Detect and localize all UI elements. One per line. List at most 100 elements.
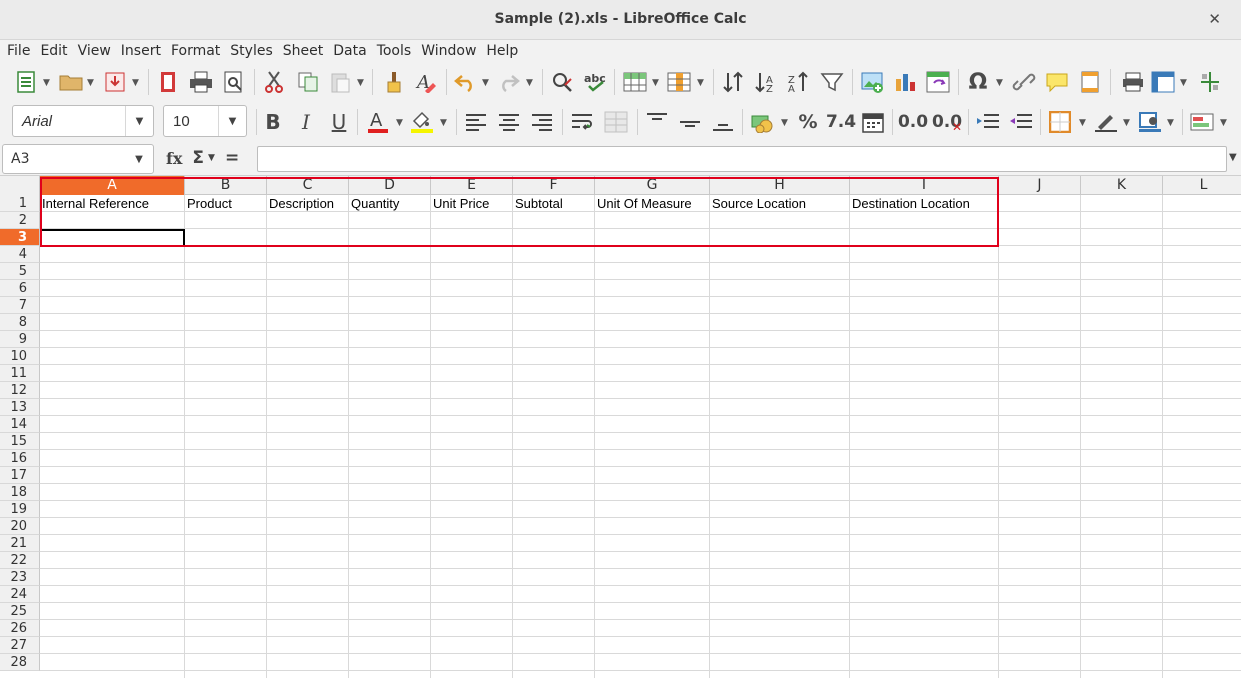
find-replace-icon[interactable]	[550, 70, 576, 94]
cell-a1[interactable]: Internal Reference	[40, 195, 149, 212]
column-header-b[interactable]: B	[185, 176, 267, 195]
column-header-i[interactable]: I	[850, 176, 999, 195]
chevron-down-icon[interactable]: ▼	[697, 78, 704, 88]
chevron-down-icon[interactable]: ▼	[87, 78, 94, 88]
comment-icon[interactable]	[1044, 70, 1070, 94]
row-header-16[interactable]: 16	[0, 450, 40, 467]
row-header-7[interactable]: 7	[0, 297, 40, 314]
chevron-down-icon[interactable]: ▼	[781, 118, 788, 128]
cell-reference[interactable]: A3	[11, 151, 29, 167]
function-wizard-icon[interactable]: fx	[166, 149, 182, 168]
highlight-color-icon[interactable]	[410, 108, 434, 136]
align-right-icon[interactable]	[530, 110, 554, 134]
column-header-j[interactable]: J	[999, 176, 1081, 195]
cell-d1[interactable]: Quantity	[349, 195, 399, 212]
row-header-23[interactable]: 23	[0, 569, 40, 586]
menu-data[interactable]: Data	[328, 40, 371, 62]
print-icon[interactable]	[188, 70, 214, 94]
chevron-down-icon[interactable]: ▼	[396, 118, 403, 128]
chevron-down-icon[interactable]: ▼	[357, 78, 364, 88]
align-bottom-icon[interactable]	[711, 110, 735, 134]
export-pdf-icon[interactable]	[156, 70, 180, 94]
row-header-13[interactable]: 13	[0, 399, 40, 416]
font-name-value[interactable]: Arial	[13, 113, 125, 130]
increase-indent-icon[interactable]	[975, 110, 1001, 134]
row-header-12[interactable]: 12	[0, 382, 40, 399]
menu-view[interactable]: View	[73, 40, 116, 62]
row-header-8[interactable]: 8	[0, 314, 40, 331]
row-header-27[interactable]: 27	[0, 637, 40, 654]
menu-edit[interactable]: Edit	[35, 40, 72, 62]
cell-area[interactable]: Internal Reference Product Description Q…	[40, 195, 1241, 678]
chevron-down-icon[interactable]: ▼	[132, 78, 139, 88]
menu-styles[interactable]: Styles	[225, 40, 277, 62]
define-print-area-icon[interactable]	[1120, 70, 1146, 94]
row-header-28[interactable]: 28	[0, 654, 40, 671]
row-icon[interactable]	[622, 70, 648, 94]
save-icon[interactable]	[104, 70, 126, 94]
row-header-20[interactable]: 20	[0, 518, 40, 535]
paste-icon[interactable]	[328, 70, 352, 94]
column-header-f[interactable]: F	[513, 176, 595, 195]
delete-decimal-icon[interactable]: 0.0 ✕	[932, 108, 962, 136]
merge-cells-icon[interactable]	[603, 110, 629, 134]
chevron-down-icon[interactable]: ▼	[1167, 118, 1174, 128]
font-size-value[interactable]: 10	[164, 113, 218, 130]
chevron-down-icon[interactable]: ▼	[1220, 118, 1227, 128]
decrease-indent-icon[interactable]	[1008, 110, 1034, 134]
column-header-h[interactable]: H	[710, 176, 850, 195]
print-preview-icon[interactable]	[222, 70, 246, 94]
date-format-icon[interactable]	[860, 110, 886, 134]
pivot-table-icon[interactable]	[925, 70, 951, 94]
chevron-down-icon[interactable]: ▼	[208, 153, 215, 163]
chevron-down-icon[interactable]: ▼	[482, 78, 489, 88]
row-header-1[interactable]: 1	[0, 195, 40, 212]
chevron-down-icon[interactable]: ▼	[218, 106, 246, 136]
align-center-icon[interactable]	[497, 110, 521, 134]
chevron-down-icon[interactable]: ▼	[125, 145, 153, 173]
formula-icon[interactable]: =	[225, 148, 239, 168]
cell-e1[interactable]: Unit Price	[431, 195, 489, 212]
sum-icon[interactable]: Σ	[192, 148, 204, 168]
expand-formula-bar-icon[interactable]: ▼	[1229, 152, 1237, 163]
menu-window[interactable]: Window	[416, 40, 481, 62]
column-header-l[interactable]: L	[1163, 176, 1241, 195]
cell-g1[interactable]: Unit Of Measure	[595, 195, 692, 212]
center-vertically-icon[interactable]	[678, 110, 702, 134]
insert-image-icon[interactable]	[860, 70, 886, 94]
undo-icon[interactable]	[453, 70, 477, 94]
split-window-icon[interactable]	[1198, 70, 1222, 94]
column-header-d[interactable]: D	[349, 176, 431, 195]
close-icon[interactable]: ✕	[1208, 0, 1221, 39]
chevron-down-icon[interactable]: ▼	[125, 106, 153, 136]
column-header-g[interactable]: G	[595, 176, 710, 195]
row-header-17[interactable]: 17	[0, 467, 40, 484]
column-icon[interactable]	[666, 70, 692, 94]
chevron-down-icon[interactable]: ▼	[1180, 78, 1187, 88]
number-format-icon[interactable]: 7.4	[826, 110, 856, 134]
align-top-icon[interactable]	[645, 110, 669, 134]
percent-format-icon[interactable]: %	[795, 110, 821, 134]
cell-b1[interactable]: Product	[185, 195, 232, 212]
row-header-2[interactable]: 2	[0, 212, 40, 229]
name-box[interactable]: A3 ▼	[2, 144, 154, 174]
row-header-5[interactable]: 5	[0, 263, 40, 280]
column-header-a[interactable]: A	[40, 176, 185, 195]
select-all-corner[interactable]	[0, 176, 40, 195]
spelling-icon[interactable]: abc	[583, 70, 609, 94]
row-header-14[interactable]: 14	[0, 416, 40, 433]
headers-footers-icon[interactable]	[1078, 70, 1102, 94]
row-header-19[interactable]: 19	[0, 501, 40, 518]
open-folder-icon[interactable]	[58, 70, 84, 94]
active-cell-cursor[interactable]	[40, 229, 185, 247]
add-decimal-icon[interactable]: 0.0	[898, 108, 928, 136]
redo-icon[interactable]	[497, 70, 521, 94]
row-header-18[interactable]: 18	[0, 484, 40, 501]
sort-ascending-icon[interactable]: AZ	[753, 70, 779, 94]
row-header-10[interactable]: 10	[0, 348, 40, 365]
row-header-9[interactable]: 9	[0, 331, 40, 348]
menu-help[interactable]: Help	[481, 40, 523, 62]
row-header-15[interactable]: 15	[0, 433, 40, 450]
sort-icon[interactable]	[720, 70, 746, 94]
spreadsheet-grid[interactable]: A B C D E F G H I J K L 1 2 3 4 5 6 7 8 9 10 11 12 1…	[0, 176, 1241, 678]
